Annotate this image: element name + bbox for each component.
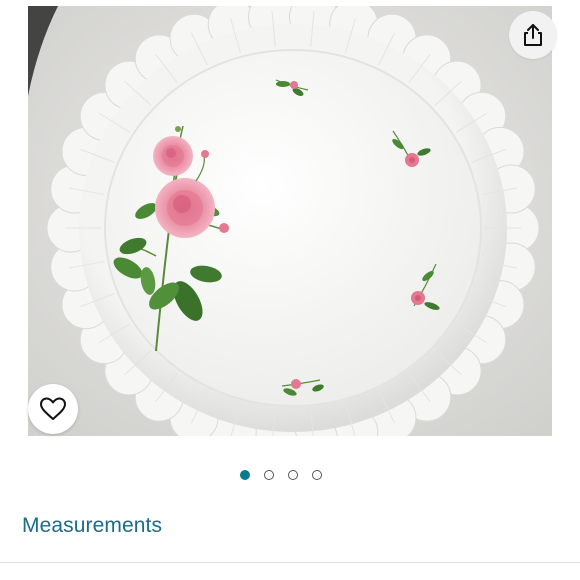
share-button[interactable] xyxy=(509,11,557,59)
section-divider xyxy=(0,562,580,563)
carousel-dot[interactable] xyxy=(288,470,298,480)
carousel-dot[interactable] xyxy=(312,470,322,480)
share-icon xyxy=(524,24,542,46)
plate-illustration xyxy=(28,6,552,436)
product-image[interactable] xyxy=(28,6,552,436)
carousel-dot[interactable] xyxy=(240,470,250,480)
carousel-dot[interactable] xyxy=(264,470,274,480)
product-page: Measurements xyxy=(0,0,580,580)
wishlist-button[interactable] xyxy=(28,384,78,434)
measurements-link[interactable]: Measurements xyxy=(22,514,162,538)
carousel-indicator xyxy=(240,467,322,483)
heart-icon xyxy=(40,397,66,420)
